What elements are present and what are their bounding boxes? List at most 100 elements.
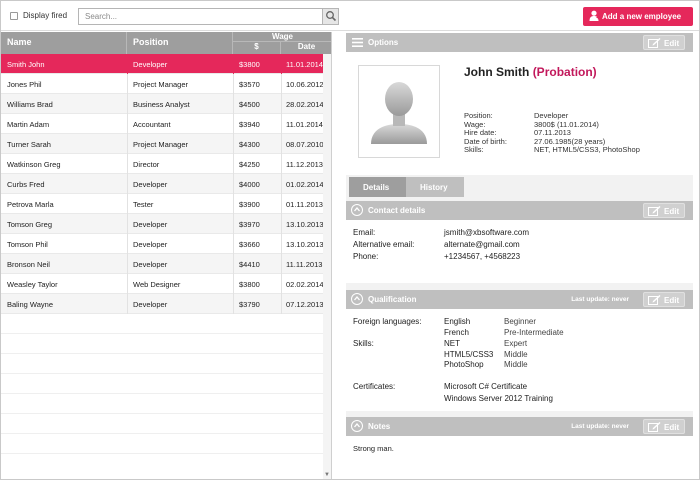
table-row[interactable]: Smith John Developer $3800 11.01.2014	[1, 54, 331, 74]
cell-wage: $4500	[239, 100, 260, 109]
cell-name: Petrova Marla	[7, 200, 54, 209]
options-title: Options	[368, 38, 399, 47]
tab-history-label: History	[420, 183, 448, 192]
column-divider	[281, 174, 282, 194]
table-row[interactable]: Curbs Fred Developer $4000 01.02.2014	[1, 174, 331, 194]
column-divider	[281, 114, 282, 134]
menu-icon[interactable]	[352, 38, 363, 47]
column-divider	[281, 274, 282, 294]
cell-date: 11.01.2014	[286, 60, 323, 69]
table-row[interactable]: Weasley Taylor Web Designer $3800 02.02.201…	[1, 274, 331, 294]
qualification-edit-button[interactable]: Edit	[643, 292, 685, 307]
user-avatar-icon	[371, 82, 427, 144]
contact-edit-button[interactable]: Edit	[643, 203, 685, 218]
column-header-wage-label: Wage	[271, 32, 294, 41]
edit-label: Edit	[664, 207, 680, 216]
search-icon	[326, 11, 337, 22]
add-user-icon	[589, 10, 600, 21]
table-row[interactable]: Watkinson Greg Director $4250 11.12.2013	[1, 154, 331, 174]
scroll-down-icon[interactable]: ▼	[323, 471, 331, 479]
phone-label: Phone:	[353, 252, 379, 261]
table-row[interactable]: Tomson Greg Developer $3970 13.10.2013	[1, 214, 331, 234]
column-divider	[281, 194, 282, 214]
tab-history[interactable]: History	[406, 177, 464, 197]
table-row[interactable]: Williams Brad Business Analyst $4500 28.02.…	[1, 94, 331, 114]
alt-email-value: alternate@gmail.com	[444, 240, 520, 249]
certificates-label: Certificates:	[353, 382, 396, 391]
cell-name: Weasley Taylor	[7, 280, 58, 289]
cell-position: Developer	[133, 60, 168, 69]
table-row[interactable]: Jones Phil Project Manager $3570 10.06.2012	[1, 74, 331, 94]
certificate-item: Windows Server 2012 Training	[444, 393, 553, 403]
cell-wage: $3800	[239, 280, 260, 289]
table-row[interactable]: Petrova Marla Tester $3900 01.11.2013	[1, 194, 331, 214]
column-divider	[233, 294, 234, 314]
table-row[interactable]: Bronson Neil Developer $4410 11.11.2013	[1, 254, 331, 274]
collapse-icon[interactable]	[351, 204, 363, 216]
collapse-icon[interactable]	[351, 293, 363, 305]
column-header-name[interactable]: Name	[1, 32, 127, 54]
column-divider	[233, 54, 234, 74]
languages-label: Foreign languages:	[353, 317, 422, 326]
search-input[interactable]	[79, 9, 322, 24]
grid-rows: Smith John Developer $3800 11.01.2014 Jones …	[1, 54, 331, 454]
options-edit-button[interactable]: Edit	[643, 35, 685, 50]
column-divider	[233, 134, 234, 154]
cell-date: 13.10.2013	[286, 240, 324, 249]
column-divider	[127, 94, 128, 114]
cell-date: 02.02.2014	[286, 280, 324, 289]
edit-label: Edit	[664, 423, 680, 432]
qualification-item: NET	[444, 339, 460, 348]
cell-wage: $3790	[239, 300, 260, 309]
certificate-item: Microsoft C# Certificate	[444, 382, 528, 391]
search-button[interactable]	[322, 9, 338, 24]
edit-label: Edit	[664, 296, 680, 305]
column-header-position[interactable]: Position	[127, 32, 233, 54]
cell-name: Tomson Phil	[7, 240, 48, 249]
display-fired-label[interactable]: Display fired	[23, 11, 67, 20]
tab-details-label: Details	[363, 183, 390, 192]
cell-name: Martin Adam	[7, 120, 50, 129]
column-divider	[281, 74, 282, 94]
cell-position: Developer	[133, 260, 168, 269]
column-divider	[233, 154, 234, 174]
add-employee-label: Add a new employee	[602, 12, 682, 21]
cell-wage: $4300	[239, 140, 260, 149]
contact-details-bar[interactable]: Contact details Edit	[346, 201, 693, 220]
info-label: Skills:	[464, 145, 484, 154]
tab-details[interactable]: Details	[349, 177, 406, 197]
column-header-wage[interactable]: $	[233, 42, 281, 54]
qualification-item: HTML5/CSS3	[444, 349, 494, 359]
table-row[interactable]: Baling Wayne Developer $3790 07.12.2013	[1, 294, 331, 314]
avatar	[358, 65, 440, 158]
cell-position: Project Manager	[133, 140, 189, 149]
cell-date: 28.02.2014	[286, 100, 324, 109]
notes-edit-button[interactable]: Edit	[643, 419, 685, 434]
column-divider	[127, 134, 128, 154]
column-header-date[interactable]: Date	[281, 42, 331, 54]
options-bar: Options Edit	[346, 33, 693, 52]
empty-row	[1, 354, 331, 374]
alt-email-label: Alternative email:	[353, 240, 415, 249]
table-row[interactable]: Martin Adam Accountant $3940 11.01.2014	[1, 114, 331, 134]
table-row[interactable]: Tomson Phil Developer $3660 13.10.2013	[1, 234, 331, 254]
cell-wage: $3570	[239, 80, 260, 89]
add-employee-button[interactable]: Add a new employee	[583, 7, 693, 26]
table-row[interactable]: Turner Sarah Project Manager $4300 08.07.20…	[1, 134, 331, 154]
profile-card: John Smith (Probation) Position: Develope…	[346, 52, 693, 175]
employee-grid: Name Position Wage $ Date Smith John Deve…	[1, 32, 332, 479]
grid-scrollbar[interactable]: ▼	[323, 54, 331, 479]
display-fired-checkbox[interactable]	[10, 12, 18, 20]
notes-bar[interactable]: Notes Last update: never Edit	[346, 417, 693, 436]
notes-body: Strong man.	[346, 436, 693, 473]
column-divider	[127, 74, 128, 94]
column-divider	[127, 174, 128, 194]
top-toolbar: Display fired Add a new employee	[1, 1, 699, 31]
empty-row	[1, 414, 331, 434]
cell-position: Director	[133, 160, 160, 169]
edit-icon	[648, 206, 661, 216]
qualification-bar[interactable]: Qualification Last update: never Edit	[346, 290, 693, 309]
cell-name: Tomson Greg	[7, 220, 53, 229]
cell-name: Curbs Fred	[7, 180, 45, 189]
collapse-icon[interactable]	[351, 420, 363, 432]
